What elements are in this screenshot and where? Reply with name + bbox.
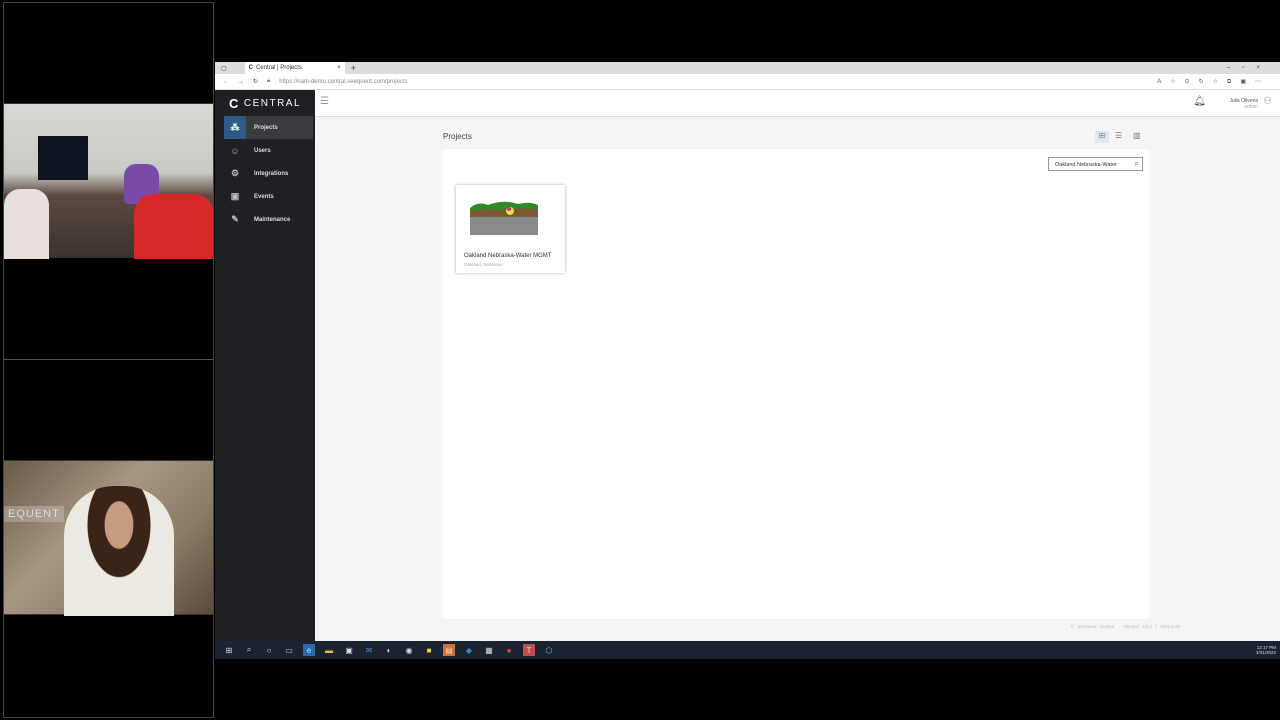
app-icon[interactable]: ⬡ [543, 644, 555, 656]
nav-label: Projects [254, 124, 278, 131]
user-avatar-icon[interactable]: ⚇ [1263, 96, 1272, 107]
project-thumbnail [470, 201, 538, 235]
address-bar[interactable]: https://nam-demo.central.seequent.com/pr… [279, 79, 407, 85]
store-icon[interactable]: ▣ [343, 644, 355, 656]
close-tab-button[interactable]: × [337, 65, 341, 71]
video-feed-room [3, 103, 214, 259]
nav-label: Users [254, 147, 271, 154]
user-role: admin [1244, 104, 1258, 110]
edge-icon[interactable]: e [303, 644, 315, 656]
background-watermark: EQUENT [4, 506, 64, 522]
top-bar: ☰ 🔔︎ Julia Oliveira admin ⚇ [315, 90, 1280, 117]
cortana-icon[interactable]: ○ [263, 644, 275, 656]
windows-taskbar: ⊞ ⌕ ○ ▭ e ▬ ▣ ✉ ◐ ◉ ■ ▤ ◆ ▦ ● T ⬡ 12:17 PM 3/31/2022 [215, 641, 1280, 659]
projects-icon: ⁂ [224, 116, 246, 139]
hamburger-menu-icon[interactable]: ☰ [320, 96, 329, 107]
teams-icon[interactable]: T [523, 644, 535, 656]
search-icon[interactable]: ⌕ [243, 644, 255, 656]
lock-icon: 🔒︎ [267, 78, 271, 84]
nav-label: Integrations [254, 170, 289, 177]
divider [3, 359, 214, 360]
sidebar: C CENTRAL ⁂ Projects ☺ Users ⚙ Integrations … [215, 90, 315, 641]
back-icon[interactable]: ← [223, 79, 229, 85]
search-icon[interactable]: ⌕ [1135, 159, 1139, 169]
search-input[interactable]: Oakland Nebraska-Water ⌕ [1048, 157, 1143, 171]
page-title: Projects [443, 132, 472, 141]
chrome-icon[interactable]: ◉ [403, 644, 415, 656]
app-icon[interactable]: ◆ [463, 644, 475, 656]
project-name: Oakland Nebraska-Water MGMT [464, 253, 552, 259]
project-location: Oakland, Nebraska [464, 262, 503, 267]
integrations-icon: ⚙ [230, 168, 240, 178]
sidebar-item-events[interactable]: ▣ Events [224, 185, 313, 208]
new-tab-button[interactable]: + [351, 63, 356, 73]
wrench-icon: ✎ [231, 214, 239, 224]
start-icon[interactable]: ⊞ [223, 644, 235, 656]
notes-icon[interactable]: ■ [423, 644, 435, 656]
projects-panel: Oakland Nebraska-Water ⌕ Oakland Nebraska… [443, 149, 1149, 619]
browser-window: ▢ C Central | Projects × + –▫× ← → ↻ 🔒︎ http… [215, 62, 1280, 659]
explorer-icon[interactable]: ▬ [323, 644, 335, 656]
map-view-icon[interactable]: ▥ [1133, 131, 1141, 140]
bell-icon[interactable]: 🔔︎ [1193, 96, 1206, 107]
refresh-icon[interactable]: ↻ [253, 78, 258, 85]
project-card[interactable]: Oakland Nebraska-Water MGMT Oakland, Neb… [456, 185, 565, 273]
favicon-icon: C [248, 65, 254, 71]
browser-tab[interactable]: C Central | Projects × [244, 62, 345, 74]
user-menu[interactable]: Julia Oliveira admin [1229, 98, 1258, 110]
sidebar-item-projects[interactable]: ⁂ Projects [224, 116, 313, 139]
grid-view-icon[interactable]: ⊞ [1095, 131, 1109, 143]
video-feed-presenter: EQUENT [3, 460, 214, 616]
footer: © Seequent Limited Version 4.0.1 | 2022.… [1070, 624, 1180, 629]
nav-label: Maintenance [254, 216, 291, 223]
list-view-icon[interactable]: ☰ [1115, 131, 1122, 140]
tab-title: Central | Projects [256, 65, 302, 71]
nav-label: Events [254, 193, 274, 200]
forward-icon[interactable]: → [238, 79, 244, 85]
window-controls[interactable]: –▫× [1227, 65, 1272, 71]
sidebar-item-maintenance[interactable]: ✎ Maintenance [224, 208, 313, 231]
calendar-icon: ▣ [230, 191, 240, 201]
sidebar-item-users[interactable]: ☺ Users [224, 139, 313, 162]
users-icon: ☺ [230, 145, 240, 156]
browser-toolbar-icons[interactable]: A☆⊙↻☆⧉▣⋯ [1157, 78, 1270, 86]
app-icon[interactable]: ◐ [383, 644, 395, 656]
mail-icon[interactable]: ✉ [363, 644, 375, 656]
sidebar-item-integrations[interactable]: ⚙ Integrations [224, 162, 313, 185]
app-icon[interactable]: ● [503, 644, 515, 656]
clock[interactable]: 12:17 PM 3/31/2022 [1256, 645, 1276, 655]
central-logo: C CENTRAL [228, 95, 302, 111]
task-view-icon[interactable]: ▭ [283, 644, 295, 656]
app-icon[interactable]: ▦ [483, 644, 495, 656]
app-icon[interactable]: ▤ [443, 644, 455, 656]
tab-actions-icon[interactable]: ▢ [221, 65, 227, 72]
